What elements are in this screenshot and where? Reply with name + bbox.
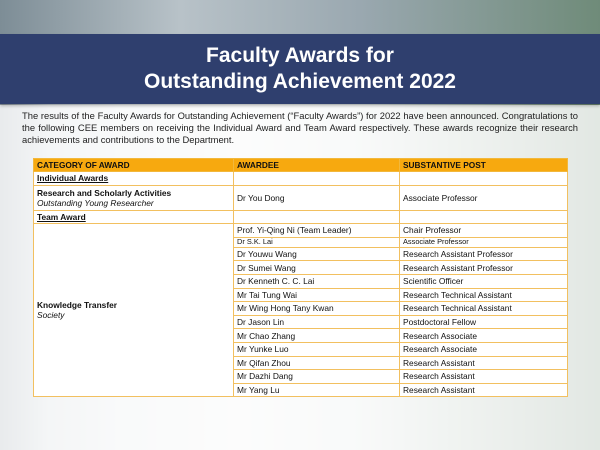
subcategory-label: Outstanding Young Researcher	[37, 197, 154, 208]
intro-paragraph: The results of the Faculty Awards for Ou…	[22, 110, 578, 145]
post-cell: Research Assistant Professor	[399, 260, 568, 275]
awardee-cell: Mr Yang Lu	[233, 382, 400, 398]
category-cell: Research and Scholarly Activities Outsta…	[33, 184, 234, 211]
awardee-cell: Dr S.K. Lai	[233, 236, 400, 248]
awardee-cell: Prof. Yi-Qing Ni (Team Leader)	[233, 223, 400, 238]
awardee-cell: Mr Qifan Zhou	[233, 355, 400, 371]
table-row: Research and Scholarly Activities Outsta…	[33, 184, 568, 211]
awardee-cell: Mr Tai Tung Wai	[233, 287, 400, 303]
awardee-cell: Dr Sumei Wang	[233, 260, 400, 275]
post-cell: Scientific Officer	[399, 273, 568, 289]
post-cell: Research Assistant	[399, 355, 568, 371]
title-banner: Faculty Awards for Outstanding Achieveme…	[0, 34, 600, 104]
category-label: Research and Scholarly Activities	[37, 187, 172, 198]
background-top-strip	[0, 0, 600, 34]
awardee-cell: Dr You Dong	[233, 184, 400, 211]
awardee-cell: Dr Jason Lin	[233, 314, 400, 330]
table-row: Knowledge Transfer Society Prof. Yi-Qing…	[33, 223, 568, 398]
post-cell: Research Associate	[399, 341, 568, 357]
awardee-cell: Mr Chao Zhang	[233, 328, 400, 343]
awards-table-container: CATEGORY OF AWARD AWARDEE SUBSTANTIVE PO…	[33, 158, 568, 398]
awards-table: CATEGORY OF AWARD AWARDEE SUBSTANTIVE PO…	[33, 158, 568, 398]
section-label-team: Team Award	[33, 209, 234, 225]
title-line-2: Outstanding Achievement 2022	[144, 70, 456, 93]
team-category-cell: Knowledge Transfer Society	[33, 223, 234, 398]
post-cell: Research Associate	[399, 328, 568, 343]
post-cell: Research Assistant	[399, 369, 568, 384]
section-row-individual: Individual Awards	[33, 171, 568, 186]
post-cell: Research Assistant Professor	[399, 246, 568, 262]
title-line-1: Faculty Awards for	[206, 44, 394, 67]
post-cell: Postdoctoral Fellow	[399, 314, 568, 330]
header-category: CATEGORY OF AWARD	[33, 158, 234, 172]
header-post: SUBSTANTIVE POST	[399, 158, 568, 172]
team-subcategory-label: Society	[37, 310, 65, 321]
post-cell: Associate Professor	[399, 184, 568, 211]
table-header-row: CATEGORY OF AWARD AWARDEE SUBSTANTIVE PO…	[33, 158, 568, 172]
header-awardee: AWARDEE	[233, 158, 400, 172]
awardee-cell: Mr Dazhi Dang	[233, 369, 400, 384]
awardee-cell: Dr Youwu Wang	[233, 246, 400, 262]
post-cell: Research Technical Assistant	[399, 287, 568, 303]
post-cell: Research Assistant	[399, 382, 568, 398]
post-cell: Chair Professor	[399, 223, 568, 238]
team-category-label: Knowledge Transfer	[37, 300, 118, 311]
post-cell: Research Technical Assistant	[399, 301, 568, 316]
section-label-individual: Individual Awards	[33, 171, 234, 186]
section-row-team: Team Award	[33, 209, 568, 225]
awardee-cell: Mr Wing Hong Tany Kwan	[233, 301, 400, 316]
awardee-cell: Mr Yunke Luo	[233, 341, 400, 357]
post-cell: Associate Professor	[399, 236, 568, 248]
awardee-cell: Dr Kenneth C. C. Lai	[233, 273, 400, 289]
